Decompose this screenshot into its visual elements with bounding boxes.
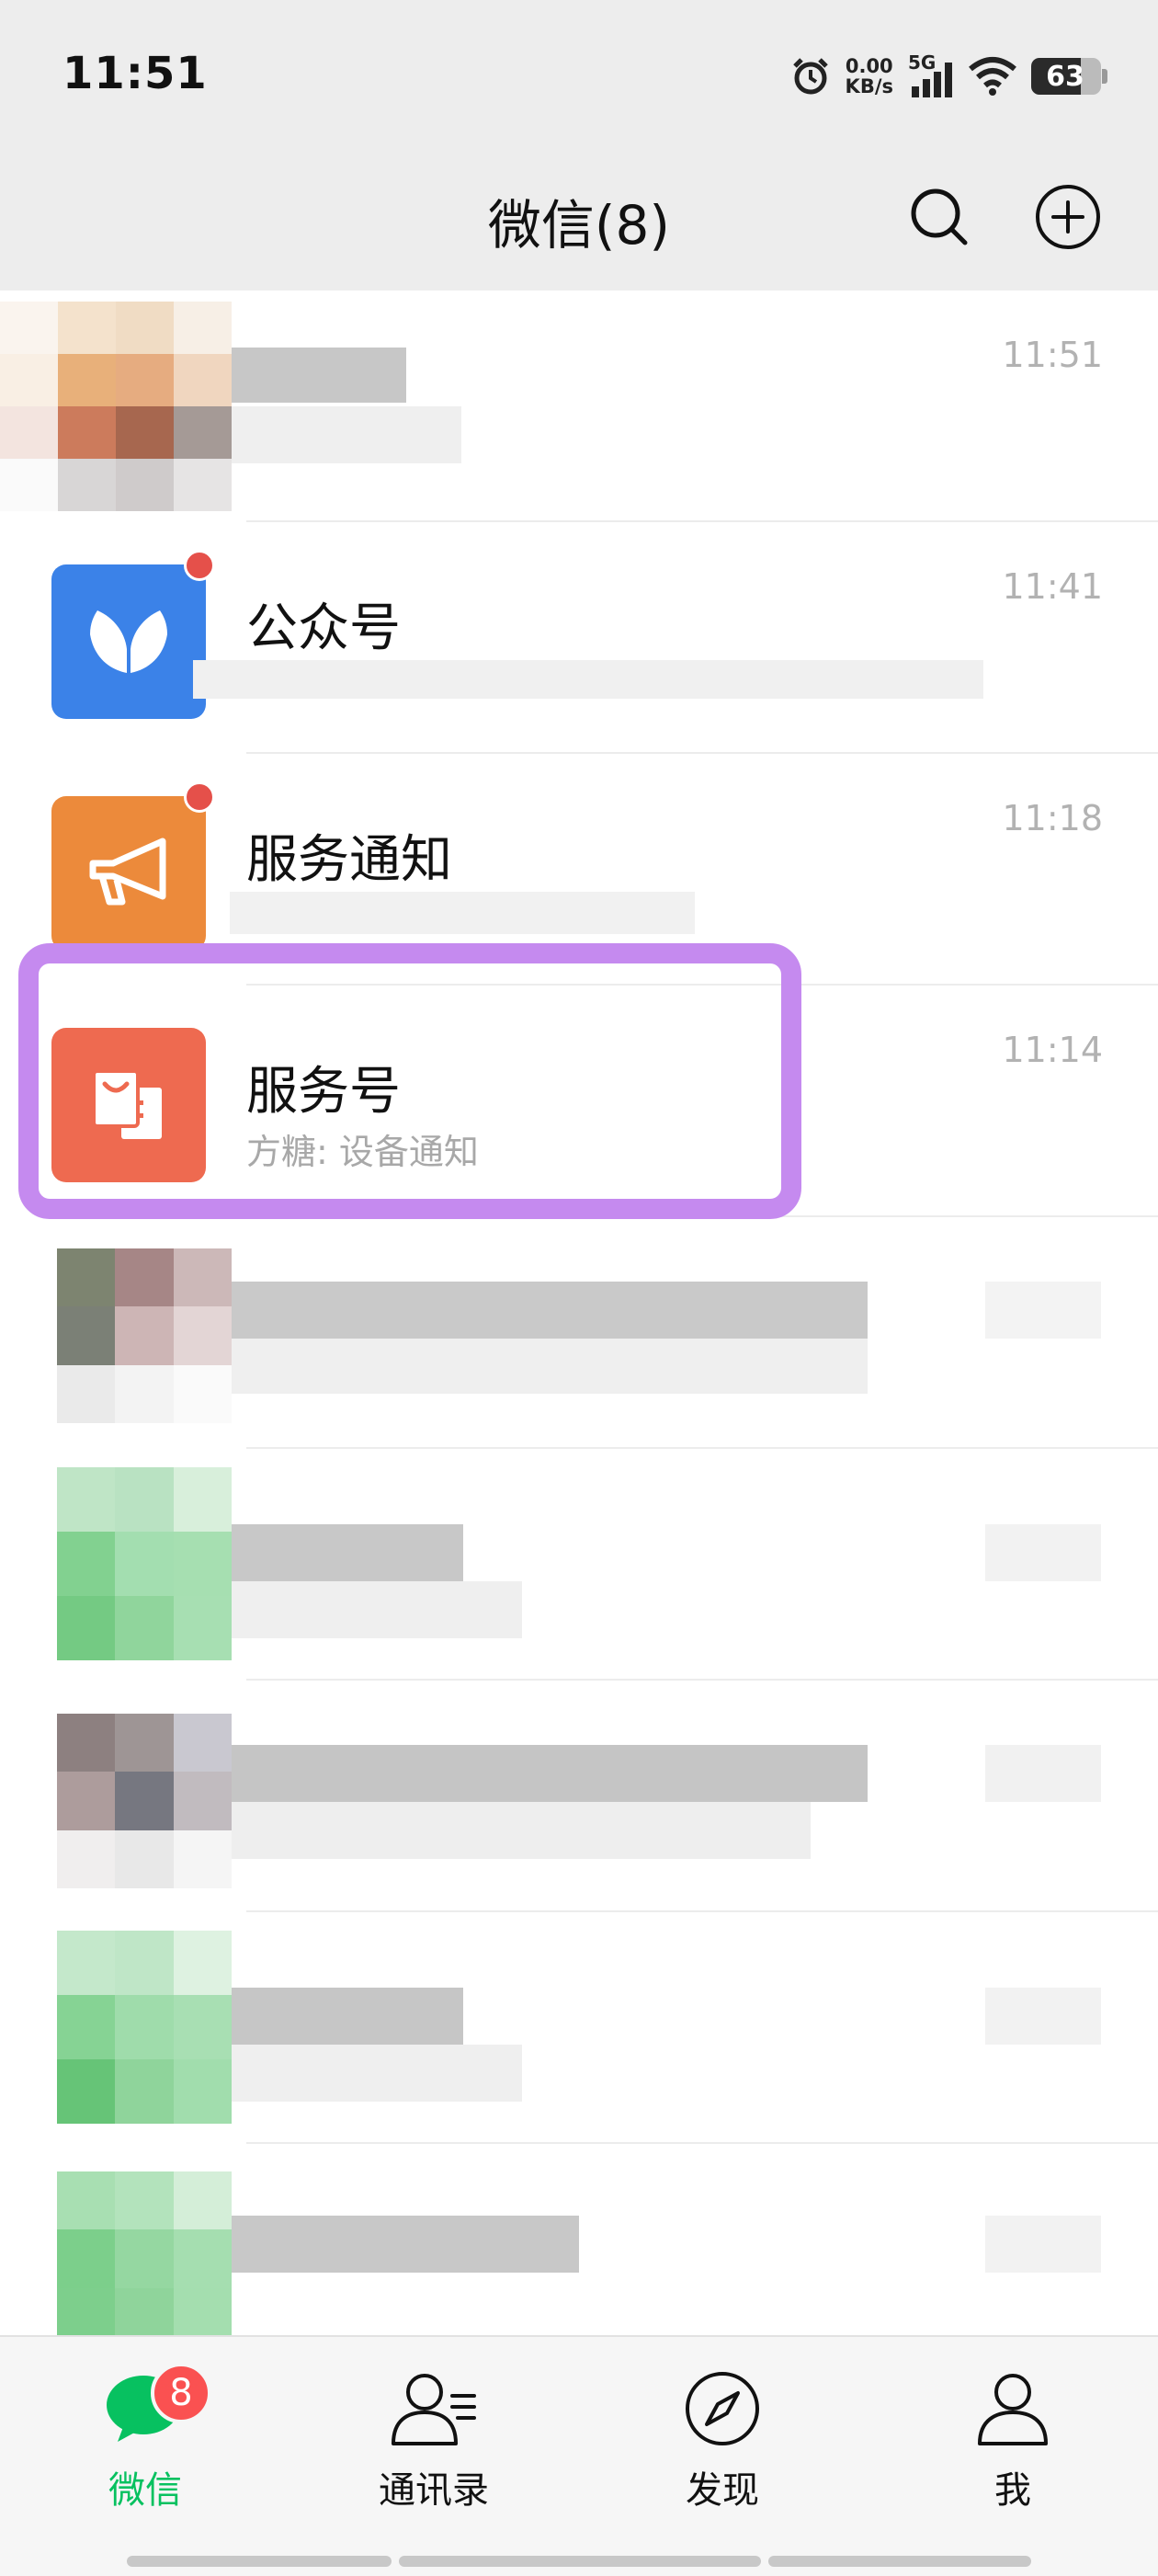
status-bar: 11:51 0.00 KB/s 5G 63 [0,0,1158,156]
service-notifications-avatar [51,796,206,951]
tab-discover[interactable]: 发现 [630,2363,814,2513]
blurred-avatar [57,1714,232,1888]
blurred-name [232,1524,463,1581]
plus-circle-icon [1036,185,1100,249]
unread-badge: 8 [151,2363,211,2423]
wifi-icon [969,57,1016,96]
blurred-name [232,1745,868,1802]
status-icons: 0.00 KB/s 5G 63 [790,51,1107,99]
chat-name: 公众号 [246,598,401,658]
blurred-avatar [0,302,232,511]
chat-item[interactable]: 11:51 [0,291,1158,522]
gesture-bar [399,2556,761,2567]
top-nav-bar: 微信(8) [0,156,1158,291]
unread-dot [184,550,215,581]
chat-item-official-accounts[interactable]: 公众号 11:41 [0,522,1158,754]
chat-item[interactable] [0,1681,1158,1912]
blurred-preview [193,660,983,699]
chat-time: 11:51 [1002,335,1103,375]
tab-contacts[interactable]: 通讯录 [342,2363,526,2513]
blurred-time [985,1745,1101,1802]
status-time: 11:51 [62,48,208,99]
search-button[interactable] [901,178,978,256]
gesture-bar [127,2556,392,2567]
megaphone-icon [89,838,166,906]
official-accounts-avatar [51,564,206,719]
chat-time: 11:18 [1002,798,1103,838]
chat-time: 11:14 [1002,1030,1103,1070]
chat-item[interactable] [0,1449,1158,1681]
blurred-name [232,1988,463,2045]
blurred-name [232,2216,579,2273]
alarm-icon [792,58,828,95]
open-book-icon [90,610,167,673]
add-button[interactable] [1029,178,1107,256]
net-speed-unit: KB/s [845,75,893,97]
blurred-time [985,1524,1101,1581]
blurred-preview [232,406,461,463]
page-title: 微信(8) [487,194,671,256]
chat-item[interactable] [0,1912,1158,2144]
person-icon [978,2374,1048,2445]
gesture-bar [768,2556,1031,2567]
blurred-avatar [57,1931,232,2124]
tab-label: 发现 [686,2469,759,2512]
blurred-name [232,348,406,403]
tab-label: 微信 [108,2469,182,2512]
contacts-icon [392,2374,476,2445]
blurred-name [232,1282,868,1339]
chat-list: 11:51 公众号 11:41 服务通知 11:18 服务号 方糖: 设备通知 … [0,291,1158,2376]
blurred-preview [230,892,695,934]
cell-signal-icon: 5G [908,51,954,97]
network-speed: 0.00 KB/s [846,56,893,97]
blurred-time [985,1988,1101,2045]
tab-label: 通讯录 [379,2469,489,2512]
chat-time: 11:41 [1002,566,1103,607]
blurred-time [985,1282,1101,1339]
blurred-avatar [57,1248,232,1423]
blurred-time [985,2216,1101,2273]
tab-label: 我 [994,2469,1031,2512]
battery-level: 63 [1046,60,1084,93]
chat-name: 服务通知 [246,830,452,890]
blurred-avatar [57,2171,232,2346]
tab-chats[interactable]: 8 微信 [53,2363,237,2513]
tab-me[interactable]: 我 [921,2363,1105,2513]
bottom-tab-bar: 8 微信 通讯录 发现 我 [0,2335,1158,2576]
blurred-preview [232,1339,868,1394]
blurred-avatar [57,1467,232,1660]
battery-icon: 63 [1031,58,1107,95]
unread-dot [184,781,215,813]
blurred-preview [232,1802,811,1859]
blurred-preview [232,2045,522,2102]
net-speed-value: 0.00 [845,55,893,77]
chat-item[interactable] [0,1217,1158,1449]
compass-icon [686,2372,759,2445]
blurred-preview [232,1581,522,1638]
highlight-frame [18,943,801,1219]
search-icon [911,188,968,245]
